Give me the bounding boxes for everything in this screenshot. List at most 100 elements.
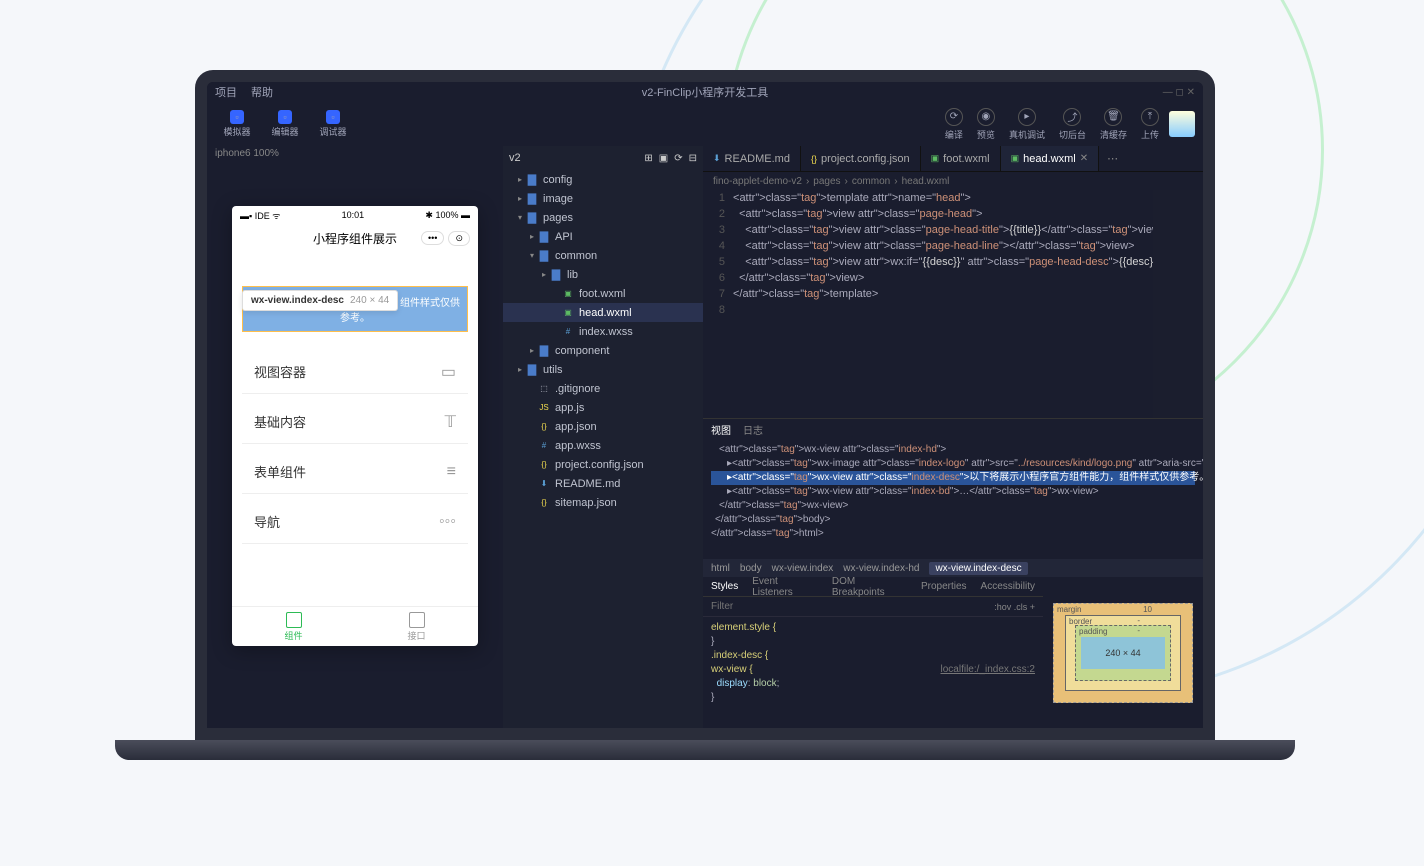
styles-filter-input[interactable]	[711, 601, 994, 612]
menu-help[interactable]: 帮助	[251, 84, 273, 100]
new-file-icon[interactable]: ⊞	[644, 153, 652, 164]
window-controls[interactable]: — ◻ ✕	[1163, 87, 1195, 98]
editor-area: ⬇README.md{}project.config.json▣foot.wxm…	[703, 146, 1203, 728]
css-rules[interactable]: element.style {}.index-desc {</span></di…	[703, 617, 1043, 728]
inspect-tooltip: wx-view.index-desc240 × 44	[242, 290, 398, 311]
breadcrumb[interactable]: fino-applet-demo-v2 › pages › common › h…	[703, 172, 1203, 190]
tree-file[interactable]: {}app.json	[503, 417, 703, 436]
tree-folder[interactable]: ▸▇API	[503, 227, 703, 246]
style-tab[interactable]: Accessibility	[981, 581, 1035, 592]
file-icon: ⬇	[537, 479, 551, 488]
file-icon: ▣	[931, 153, 940, 164]
elements-breadcrumb[interactable]: html body wx-view.index wx-view.index-hd wx-…	[703, 559, 1203, 577]
tree-file[interactable]: {}sitemap.json	[503, 493, 703, 512]
tree-file[interactable]: {}project.config.json	[503, 455, 703, 474]
tree-folder[interactable]: ▸▇component	[503, 341, 703, 360]
tree-file[interactable]: #app.wxss	[503, 436, 703, 455]
tree-folder[interactable]: ▾▇pages	[503, 208, 703, 227]
refresh-icon[interactable]: ⟳	[674, 153, 682, 164]
toolbar-action-1[interactable]: ◉预览	[977, 108, 995, 141]
editor-tab[interactable]: ▣head.wxml✕	[1001, 146, 1099, 171]
file-icon: {}	[537, 460, 551, 469]
phone-navbar: 小程序组件展示 ••• ⊙	[232, 224, 478, 252]
tree-file[interactable]: ▣head.wxml	[503, 303, 703, 322]
simulator-device-label[interactable]: iphone6 100%	[207, 146, 503, 166]
folder-icon: ▇	[525, 192, 539, 205]
toolbar-action-2[interactable]: ▸真机调试	[1009, 108, 1045, 141]
elements-tree[interactable]: <attr">class="tag">wx-view attr">class="…	[703, 439, 1203, 559]
editor-tab[interactable]: ⬇README.md	[703, 146, 801, 171]
style-tab[interactable]: DOM Breakpoints	[832, 577, 907, 598]
style-tab[interactable]: Properties	[921, 581, 967, 592]
tree-file[interactable]: ⬇README.md	[503, 474, 703, 493]
styles-tabs[interactable]: Styles Event Listeners DOM Breakpoints Prop…	[703, 577, 1043, 597]
element-node[interactable]: </attr">class="tag">html>	[711, 527, 1195, 541]
editor-tab[interactable]: {}project.config.json	[801, 146, 921, 171]
file-icon: #	[561, 327, 575, 336]
editor-tab[interactable]: ▣foot.wxml	[921, 146, 1001, 171]
chevron-icon: ◦◦◦	[439, 513, 456, 531]
menu-project[interactable]: 项目	[215, 84, 237, 100]
crumb-item[interactable]: wx-view.index-hd	[843, 563, 919, 574]
explorer-root[interactable]: v2	[509, 152, 521, 164]
new-folder-icon[interactable]: ▣	[659, 153, 668, 164]
phone-tab-component[interactable]: 组件	[232, 607, 355, 646]
styles-filter-actions[interactable]: :hov .cls +	[994, 602, 1035, 612]
action-icon: ⤒	[1141, 108, 1159, 126]
capsule-close-icon[interactable]: ⊙	[448, 231, 470, 246]
toolbar-tab-1[interactable]: ▫编辑器	[263, 108, 307, 140]
element-node[interactable]: ▸<attr">class="tag">wx-image attr">class…	[711, 457, 1195, 471]
close-icon[interactable]: ✕	[1080, 153, 1088, 164]
tree-folder[interactable]: ▸▇image	[503, 189, 703, 208]
element-node[interactable]: <attr">class="tag">wx-view attr">class="…	[711, 443, 1195, 457]
crumb-item[interactable]: wx-view.index	[772, 563, 834, 574]
code-editor[interactable]: 12345678 <attr">class="tag">template att…	[703, 190, 1203, 418]
toolbar-tab-2[interactable]: ▫调试器	[311, 108, 355, 140]
toolbar-action-5[interactable]: ⤒上传	[1141, 108, 1159, 141]
toolbar-action-0[interactable]: ⟳编译	[945, 108, 963, 141]
collapse-icon[interactable]: ⊟	[689, 153, 697, 164]
phone-menu-item[interactable]: 视图容器▭	[242, 350, 468, 394]
toolbar-action-3[interactable]: ⤴切后台	[1059, 108, 1086, 141]
style-tab[interactable]: Event Listeners	[752, 577, 818, 598]
tree-folder[interactable]: ▸▇config	[503, 170, 703, 189]
phone-menu-item[interactable]: 表单组件≡	[242, 450, 468, 494]
crumb-item[interactable]: html	[711, 563, 730, 574]
phone-tabbar: 组件 接口	[232, 606, 478, 646]
tree-file[interactable]: JSapp.js	[503, 398, 703, 417]
tabs-more-icon[interactable]: ⋯	[1099, 146, 1126, 171]
tree-folder[interactable]: ▾▇common	[503, 246, 703, 265]
crumb-item[interactable]: body	[740, 563, 762, 574]
phone-menu-item[interactable]: 导航◦◦◦	[242, 500, 468, 544]
tree-file[interactable]: ⬚.gitignore	[503, 379, 703, 398]
simulator-panel: iphone6 100% ▬▪ IDE ᯤ 10:01 ✱ 100% ▬ 小程序…	[207, 146, 503, 728]
tree-folder[interactable]: ▸▇lib	[503, 265, 703, 284]
crumb-item[interactable]: wx-view.index-desc	[929, 562, 1027, 575]
simulator-device[interactable]: ▬▪ IDE ᯤ 10:01 ✱ 100% ▬ 小程序组件展示 ••• ⊙	[232, 206, 478, 646]
laptop-frame: 项目 帮助 v2-FinClip小程序开发工具 — ◻ ✕ ▫模拟器▫编辑器▫调…	[180, 70, 1230, 770]
style-tab[interactable]: Styles	[711, 581, 738, 592]
element-node[interactable]: ▸<attr">class="tag">wx-view attr">class=…	[711, 471, 1195, 485]
element-node[interactable]: </attr">class="tag">body>	[711, 513, 1195, 527]
file-icon: JS	[537, 403, 551, 412]
element-node[interactable]: </attr">class="tag">wx-view>	[711, 499, 1195, 513]
file-icon: {}	[537, 422, 551, 431]
element-node[interactable]: ▸<attr">class="tag">wx-view attr">class=…	[711, 485, 1195, 499]
tab-icon: ▫	[326, 110, 340, 124]
capsule-more-icon[interactable]: •••	[421, 231, 444, 245]
minimap[interactable]	[1153, 190, 1203, 418]
toolbar-action-4[interactable]: 🗑清缓存	[1100, 108, 1127, 141]
toolbar-tab-0[interactable]: ▫模拟器	[215, 108, 259, 140]
file-icon: ⬇	[713, 153, 721, 164]
phone-tab-api[interactable]: 接口	[355, 607, 478, 646]
phone-menu-item[interactable]: 基础内容𝕋	[242, 400, 468, 444]
file-icon: ⬚	[537, 384, 551, 393]
devtools-top-tabs[interactable]: 视图 日志	[703, 419, 1203, 439]
file-icon: {}	[811, 154, 817, 164]
tree-file[interactable]: ▣foot.wxml	[503, 284, 703, 303]
tree-file[interactable]: #index.wxss	[503, 322, 703, 341]
folder-icon: ▇	[549, 268, 563, 281]
tree-folder[interactable]: ▸▇utils	[503, 360, 703, 379]
chevron-icon: 𝕋	[445, 412, 456, 432]
avatar[interactable]	[1169, 111, 1195, 137]
